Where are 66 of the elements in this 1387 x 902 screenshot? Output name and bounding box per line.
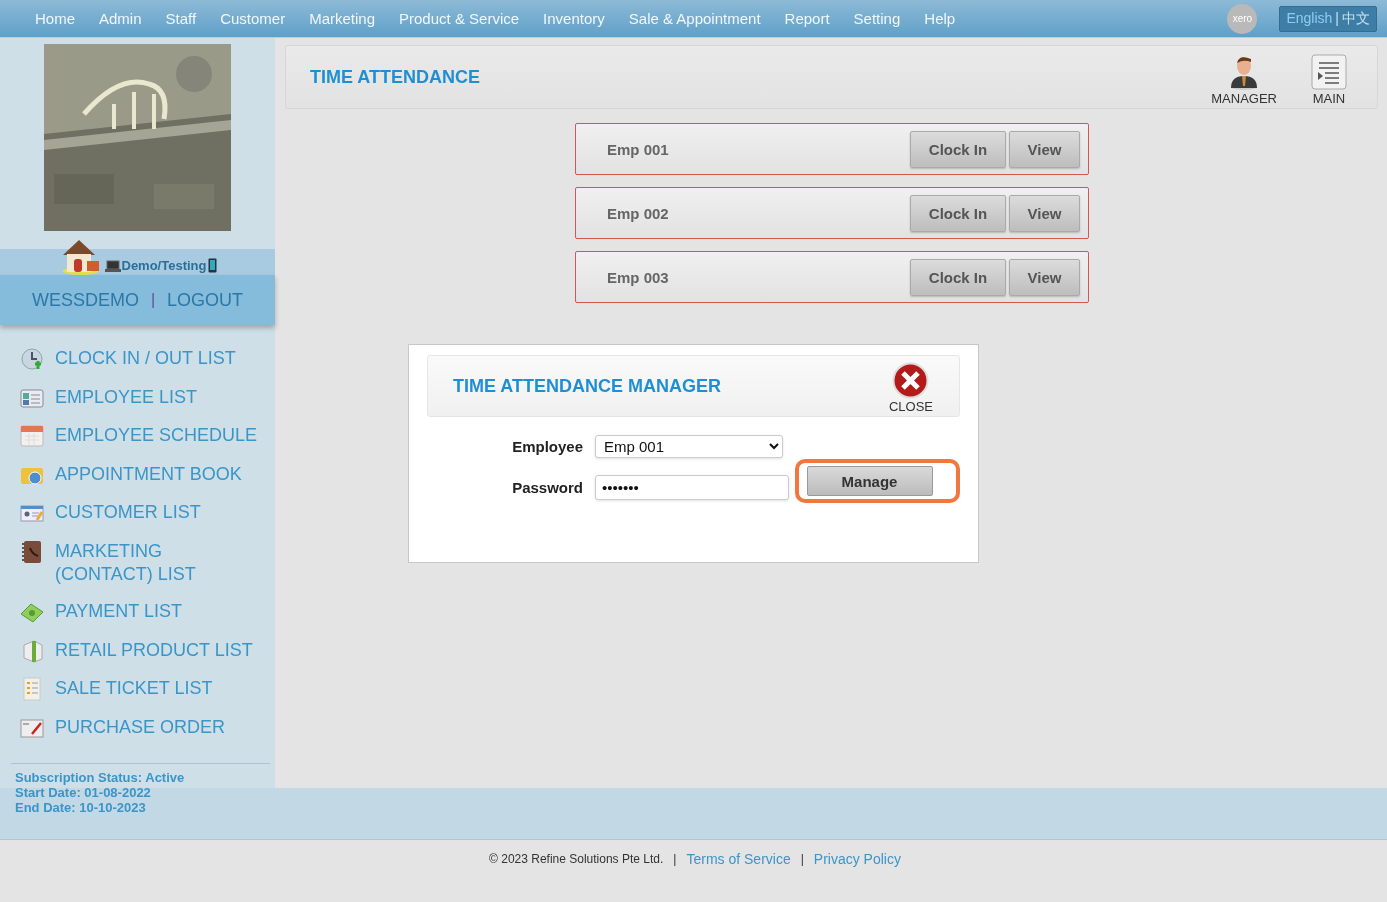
phone-icon [207,258,217,273]
clock-in-button[interactable]: Clock In [910,258,1006,296]
page-title: TIME ATTENDANCE [310,66,481,88]
username: WESSDEMO [31,289,139,311]
view-button[interactable]: View [1009,258,1080,296]
close-button[interactable]: CLOSE [888,358,933,414]
separator: | [800,852,804,866]
calendar-icon [20,424,44,448]
nav-link[interactable]: Home [23,10,87,27]
subscription-info: Subscription Status: Active [15,770,186,785]
copyright-text: © 2023 Refine Solutions Pte Ltd. [489,852,664,866]
terms-link[interactable]: Terms of Service [686,851,791,867]
field-label: Employee [512,438,583,455]
subscription-info: End Date: 10-10-2023 [15,800,147,815]
clock-in-button[interactable]: Clock In [910,194,1006,232]
nav-link[interactable]: Admin [87,10,154,27]
site-name: Demo/Testing [121,258,207,273]
separator: | [150,291,156,309]
sidebar-link[interactable]: EMPLOYEE SCHEDULE [20,424,262,447]
employee-name: Emp 001 [607,140,670,158]
privacy-link[interactable]: Privacy Policy [813,851,901,867]
receipt-icon [20,677,44,701]
clock-icon [20,347,44,371]
clock-in-button[interactable]: Clock In [910,130,1006,168]
dialog-title: TIME ATTENDANCE MANAGER [453,375,722,397]
list-icon [1311,54,1347,90]
employee-name: Emp 002 [607,204,670,222]
nav-link[interactable]: Customer [208,10,298,27]
manager-button[interactable]: MANAGER [1211,48,1277,106]
person-icon [1229,54,1260,90]
close-icon [892,362,930,399]
address-book-icon [20,539,44,564]
sidebar-link[interactable]: CUSTOMER LIST [20,501,262,524]
separator: | [673,852,677,866]
language-link[interactable]: English [1286,9,1333,28]
sidebar-link[interactable]: SALE TICKET LIST [20,677,262,700]
sidebar-link[interactable]: MARKETING (CONTACT) LIST [20,539,262,586]
nav-link[interactable]: Setting [841,10,913,27]
nav-link[interactable]: Staff [153,10,209,27]
sidebar-link[interactable]: PURCHASE ORDER [20,715,262,739]
sidebar-link[interactable]: CLOCK IN / OUT LIST [20,347,262,370]
subscription-info: Start Date: 01-08-2022 [15,785,152,800]
manage-button[interactable]: Manage [806,466,933,496]
view-button[interactable]: View [1009,194,1080,232]
sidebar-link[interactable]: RETAIL PRODUCT LIST [20,638,262,662]
main-button[interactable]: MAIN [1311,48,1347,106]
nav-link[interactable]: Marketing [297,10,388,27]
nav-link[interactable]: Sale & Appointment [616,10,773,27]
separator: | [1335,9,1339,28]
sidebar-link[interactable]: EMPLOYEE LIST [20,385,262,409]
employee-select[interactable]: Emp 001 [595,435,783,458]
box-icon [20,638,44,663]
nav-link[interactable]: Help [912,10,968,27]
field-label: Password [512,478,583,496]
view-button[interactable]: View [1009,130,1080,168]
xero-logo[interactable]: xero [1227,3,1258,34]
password-field[interactable]: ••••••• [595,474,789,500]
sidebar-link[interactable]: PAYMENT LIST [20,600,262,623]
nav-link[interactable]: Report [772,10,842,27]
nav-link[interactable]: Inventory [531,10,617,27]
language-link[interactable]: 中文 [1342,9,1370,28]
nav-link[interactable]: Product & Service [387,10,532,27]
laptop-icon [104,259,121,272]
logout-link[interactable]: LOGOUT [167,289,244,311]
employee-name: Emp 003 [607,268,670,286]
sidebar-link[interactable]: APPOINTMENT BOOK [20,462,262,486]
